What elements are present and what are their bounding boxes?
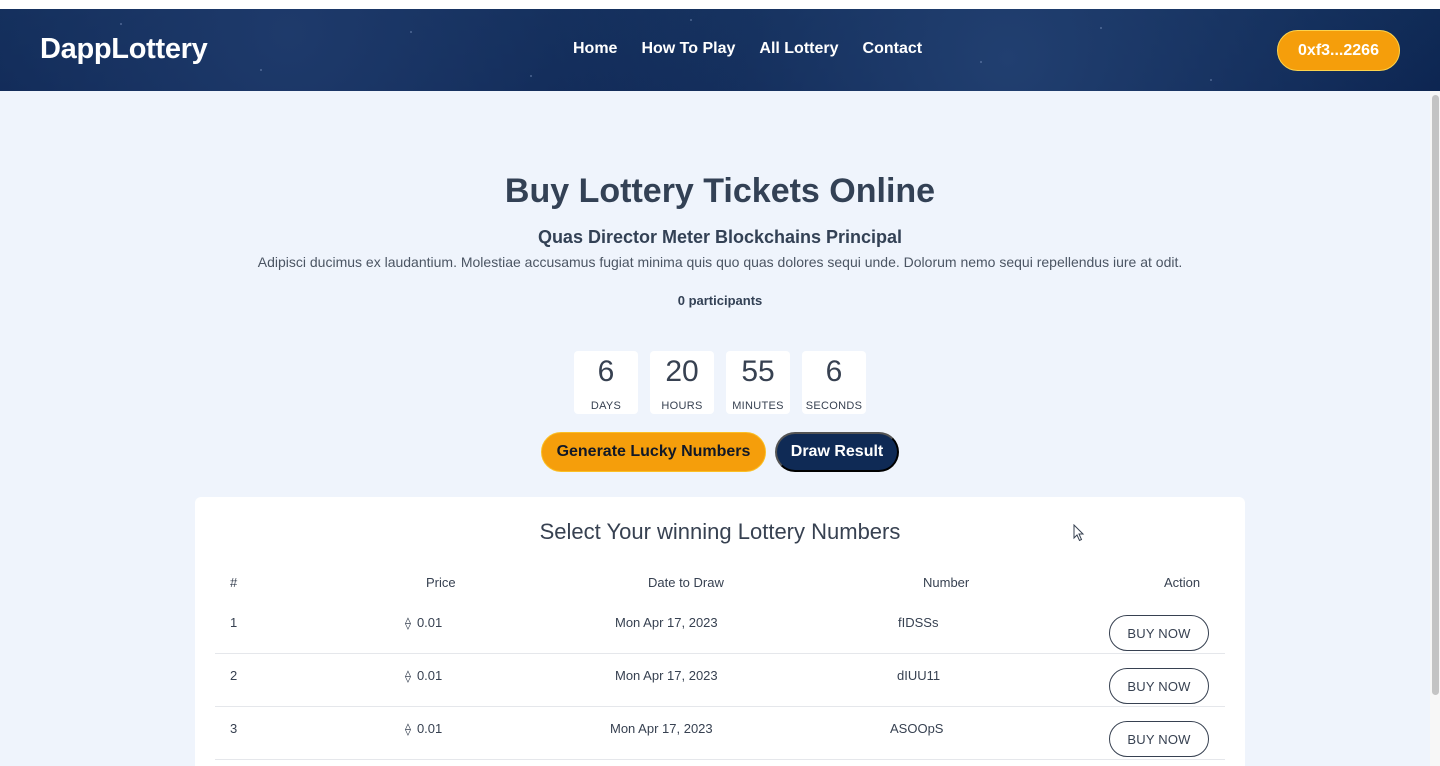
card-title: Select Your winning Lottery Numbers	[539, 519, 901, 544]
wallet-address-button[interactable]: 0xf3...2266	[1277, 30, 1400, 71]
countdown-value: 6	[825, 355, 843, 388]
row-price: ⟠ 0.01	[405, 721, 442, 736]
top-strip	[0, 0, 1440, 9]
row-price: ⟠ 0.01	[405, 668, 442, 683]
countdown-minutes: 55 MINUTES	[726, 351, 790, 414]
countdown-label: DAYS	[590, 400, 622, 412]
header-speck	[1210, 79, 1212, 81]
main-nav: Home How To Play All Lottery Contact	[573, 40, 946, 58]
row-index: 3	[230, 721, 238, 736]
buy-now-button[interactable]: BUY NOW	[1109, 668, 1209, 704]
lottery-subtitle: Quas Director Meter Blockchains Principa…	[537, 227, 903, 247]
header-speck	[260, 69, 262, 71]
row-date: Mon Apr 17, 2023	[610, 721, 713, 736]
price-value: 0.01	[416, 721, 443, 736]
countdown-label: MINUTES	[732, 400, 784, 412]
countdown-days: 6 DAYS	[574, 351, 638, 414]
table-row: 3 ⟠ 0.01 Mon Apr 17, 2023 ASOOpS BUY NOW	[215, 707, 1225, 760]
price-value: 0.01	[416, 615, 443, 630]
countdown-seconds: 6 SECONDS	[802, 351, 866, 414]
column-header-date: Date to Draw	[648, 575, 724, 590]
ethereum-icon: ⟠	[405, 616, 411, 630]
countdown-value: 20	[665, 355, 699, 388]
site-logo[interactable]: DappLottery	[40, 33, 208, 66]
column-header-action: Action	[1164, 575, 1201, 590]
draw-result-button[interactable]: Draw Result	[775, 432, 899, 472]
row-number: fIDSSs	[898, 615, 939, 630]
header-speck	[530, 75, 532, 77]
row-index: 2	[230, 668, 238, 683]
ethereum-icon: ⟠	[405, 722, 411, 736]
nav-how-to-play[interactable]: How To Play	[641, 40, 735, 58]
row-number: ASOOpS	[890, 721, 944, 736]
ethereum-icon: ⟠	[405, 669, 411, 683]
lottery-numbers-card: Select Your winning Lottery Numbers # Pr…	[195, 497, 1245, 766]
header-speck	[980, 61, 982, 63]
price-value: 0.01	[416, 668, 443, 683]
header-speck	[120, 23, 122, 25]
mouse-cursor-icon	[1073, 524, 1085, 542]
countdown-label: HOURS	[661, 400, 703, 412]
countdown-value: 55	[741, 355, 775, 388]
header-speck	[1100, 27, 1102, 29]
countdown-timer: 6 DAYS 20 HOURS 55 MINUTES 6 SECONDS	[574, 351, 866, 414]
header-speck	[690, 19, 692, 21]
column-header-number: Number	[923, 575, 970, 590]
nav-contact[interactable]: Contact	[863, 40, 923, 58]
buy-now-button[interactable]: BUY NOW	[1109, 721, 1209, 757]
row-date: Mon Apr 17, 2023	[615, 615, 718, 630]
row-number: dIUU11	[897, 668, 941, 683]
buy-now-button[interactable]: BUY NOW	[1109, 615, 1209, 651]
participants-count: 0 participants	[677, 293, 763, 308]
countdown-label: SECONDS	[805, 400, 863, 412]
site-header: DappLottery Home How To Play All Lottery…	[0, 9, 1440, 91]
header-speck	[410, 31, 412, 33]
table-row: 1 ⟠ 0.01 Mon Apr 17, 2023 fIDSSs BUY NOW	[215, 601, 1225, 654]
row-price: ⟠ 0.01	[405, 615, 442, 630]
table-row: 2 ⟠ 0.01 Mon Apr 17, 2023 dIUU11 BUY NOW	[215, 654, 1225, 707]
column-header-price: Price	[426, 575, 456, 590]
nav-home[interactable]: Home	[573, 40, 617, 58]
page-title: Buy Lottery Tickets Online	[504, 172, 936, 210]
lottery-description: Adipisci ducimus ex laudantium. Molestia…	[257, 254, 1183, 270]
column-header-index: #	[230, 575, 238, 590]
row-date: Mon Apr 17, 2023	[615, 668, 718, 683]
countdown-value: 6	[597, 355, 615, 388]
row-index: 1	[230, 615, 238, 630]
generate-lucky-numbers-button[interactable]: Generate Lucky Numbers	[541, 432, 766, 472]
nav-all-lottery[interactable]: All Lottery	[759, 40, 838, 58]
countdown-hours: 20 HOURS	[650, 351, 714, 414]
